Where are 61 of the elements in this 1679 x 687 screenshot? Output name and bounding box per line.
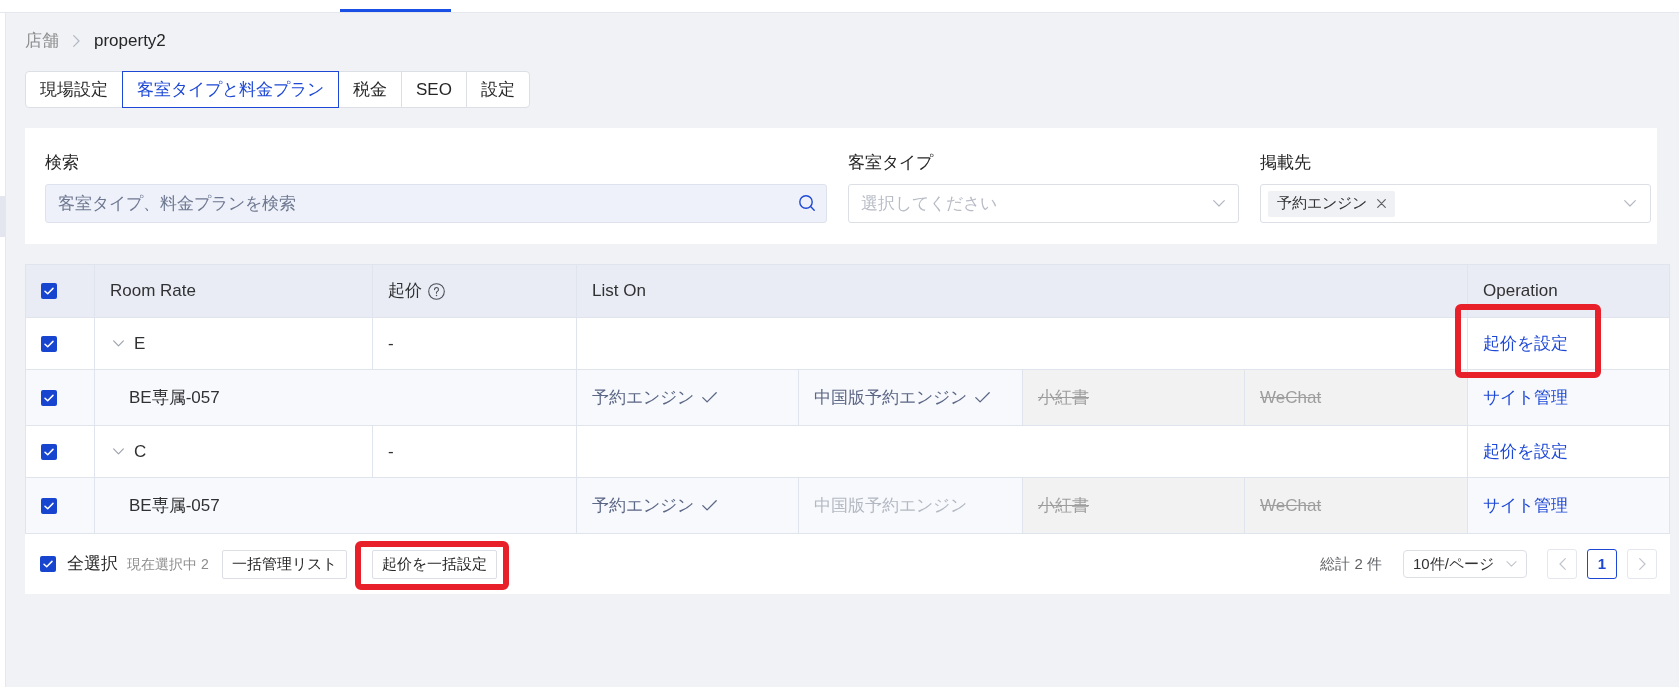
checkbox[interactable] xyxy=(41,497,57,514)
page-button[interactable]: 1 xyxy=(1587,549,1617,579)
field-label: 客室タイプ xyxy=(848,152,935,174)
search-icon[interactable] xyxy=(799,195,815,211)
checkbox[interactable] xyxy=(41,283,57,299)
bulk-action-button[interactable]: 一括管理リスト xyxy=(221,549,347,579)
breadcrumb-current: property2 xyxy=(94,30,166,53)
room-name: C xyxy=(134,440,147,463)
tab[interactable]: 現場設定 xyxy=(25,71,123,108)
rate-plan-name: BE専属-057 xyxy=(129,494,220,517)
listing-select[interactable]: 予約エンジン xyxy=(1260,184,1651,223)
bulk-action-button[interactable]: 起价を一括設定 xyxy=(371,549,497,579)
operation-link[interactable]: 起价を設定 xyxy=(1483,330,1568,357)
help-icon[interactable] xyxy=(428,282,445,300)
select-all-label: 全選択 xyxy=(67,553,118,576)
operation-link[interactable]: サイト管理 xyxy=(1483,384,1568,411)
starting-price: - xyxy=(388,440,394,463)
selection-count: 現在選択中 2 xyxy=(127,554,209,574)
starting-price: - xyxy=(388,332,394,355)
page-size-select[interactable]: 10件/ページ xyxy=(1403,550,1527,578)
checkbox[interactable] xyxy=(41,389,57,406)
chevron-down-icon xyxy=(1624,200,1636,207)
tab[interactable]: 客室タイプと料金プラン xyxy=(122,71,339,108)
column-header: Room Rate xyxy=(110,280,196,303)
chevron-right-icon xyxy=(73,35,80,47)
check-icon xyxy=(702,392,717,403)
channel-name: 予約エンジン xyxy=(592,494,694,517)
chevron-right-icon xyxy=(1638,558,1646,570)
search-field[interactable]: 客室タイプ、料金プランを検索 xyxy=(45,184,827,223)
tab[interactable]: SEO xyxy=(401,71,467,108)
channel-name: 中国版予約エンジン xyxy=(814,494,967,517)
checkbox[interactable] xyxy=(40,556,56,572)
total-count: 総計 2 件 xyxy=(1320,553,1382,574)
close-icon[interactable] xyxy=(1377,199,1386,208)
sidebar-handle[interactable] xyxy=(0,196,5,237)
room-name: E xyxy=(134,332,146,355)
tab[interactable]: 設定 xyxy=(465,71,530,108)
channel-name: WeChat xyxy=(1260,386,1322,409)
check-icon xyxy=(702,500,717,511)
channel-name: WeChat xyxy=(1260,494,1322,517)
column-header: Operation xyxy=(1483,280,1558,303)
rate-plan-name: BE専属-057 xyxy=(129,386,220,409)
operation-link[interactable]: サイト管理 xyxy=(1483,492,1568,519)
field-label: 掲載先 xyxy=(1260,152,1312,174)
tag-label: 予約エンジン xyxy=(1277,193,1367,214)
channel-name: 予約エンジン xyxy=(592,386,694,409)
column-header: 起价 xyxy=(388,280,422,303)
chevron-down-icon xyxy=(1506,561,1517,567)
channel-name: 小紅書 xyxy=(1038,494,1089,517)
room-type-select[interactable]: 選択してください xyxy=(848,184,1239,223)
column-header: List On xyxy=(592,280,646,303)
check-icon xyxy=(975,392,990,403)
operation-link[interactable]: 起价を設定 xyxy=(1483,438,1568,465)
field-label: 検索 xyxy=(45,152,80,174)
channel-name: 中国版予約エンジン xyxy=(814,386,967,409)
tab[interactable]: 税金 xyxy=(338,71,402,108)
channel-name: 小紅書 xyxy=(1038,386,1089,409)
chevron-left-icon xyxy=(1558,558,1566,570)
chevron-down-icon xyxy=(1213,200,1225,207)
checkbox[interactable] xyxy=(41,335,57,352)
checkbox[interactable] xyxy=(41,443,57,460)
